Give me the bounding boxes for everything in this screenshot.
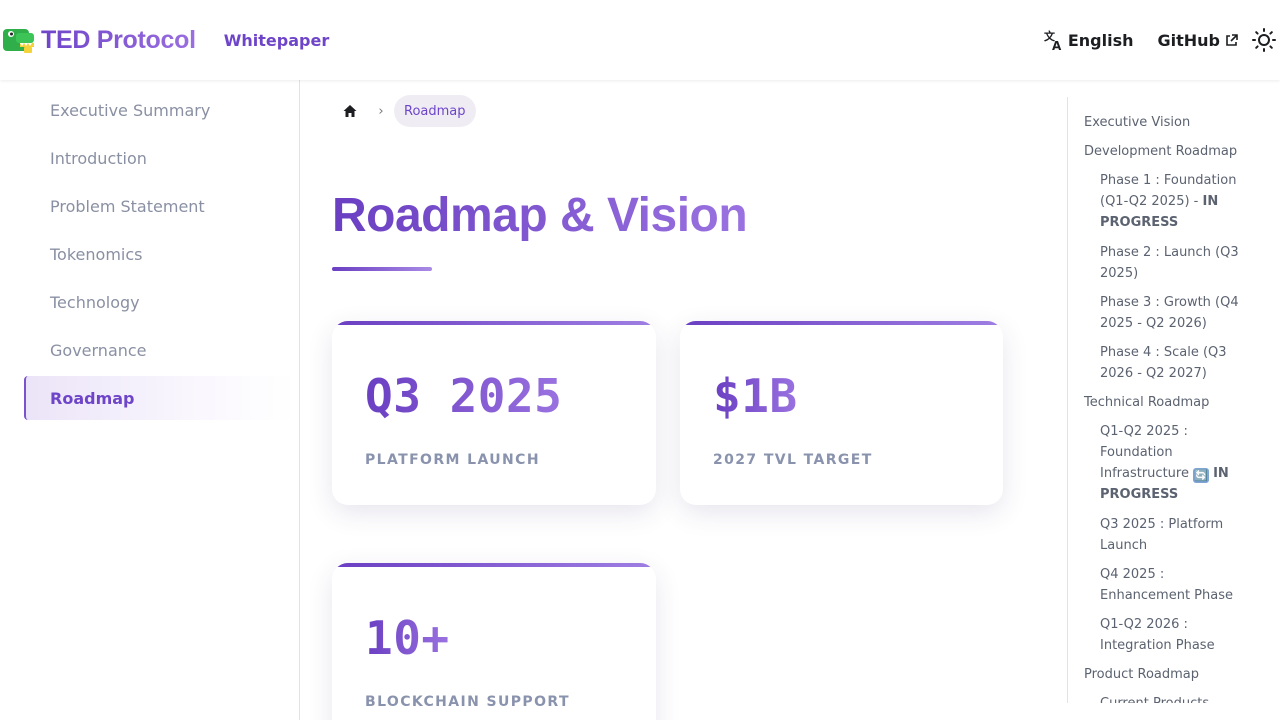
translate-icon: 文 A (1044, 29, 1062, 51)
brand-link[interactable]: TED Protocol (0, 25, 196, 55)
breadcrumb-home[interactable] (332, 95, 368, 127)
toc-link[interactable]: Q3 2025 : Platform Launch (1100, 514, 1240, 556)
toc-link[interactable]: Product Roadmap (1084, 664, 1264, 685)
toc-link[interactable]: Technical Roadmap (1084, 392, 1264, 413)
language-dropdown[interactable]: 文 A English (1044, 29, 1134, 51)
stat-label: BLOCKCHAIN SUPPORT (365, 694, 570, 710)
external-link-icon (1226, 33, 1238, 46)
sun-icon[interactable] (1252, 28, 1276, 52)
toc-link[interactable]: Q1-Q2 2025 : Foundation Infrastructure 🔄… (1100, 421, 1240, 505)
toc-link[interactable]: Development Roadmap (1084, 141, 1264, 162)
toc-link[interactable]: Phase 4 : Scale (Q3 2026 - Q2 2027) (1100, 342, 1240, 384)
sidebar-item-introduction[interactable]: Introduction (24, 136, 294, 180)
toc-link[interactable]: Phase 3 : Growth (Q4 2025 - Q2 2026) (1100, 292, 1240, 334)
crocodile-logo-icon (3, 29, 34, 53)
title-underline (332, 267, 432, 271)
sidebar-item-executive-summary[interactable]: Executive Summary (24, 88, 294, 132)
sidebar-item-roadmap[interactable]: Roadmap (24, 376, 294, 420)
toc-link[interactable]: Phase 1 : Foundation (Q1-Q2 2025) - IN P… (1100, 170, 1240, 233)
github-link[interactable]: GitHub (1158, 31, 1239, 50)
toc-link[interactable]: Q4 2025 : Enhancement Phase (1100, 564, 1240, 606)
stat-card-blockchain-support: 10+ BLOCKCHAIN SUPPORT (332, 563, 656, 720)
stat-value: Q3 2025 (365, 369, 563, 423)
nav-link-whitepaper[interactable]: Whitepaper (224, 31, 329, 50)
refresh-icon: 🔄 (1193, 468, 1210, 483)
language-label: English (1067, 30, 1134, 50)
home-icon (343, 105, 357, 117)
stat-label: 2027 TVL TARGET (713, 452, 873, 468)
stat-label: PLATFORM LAUNCH (365, 452, 540, 468)
toc-link[interactable]: Q1-Q2 2026 : Integration Phase (1100, 614, 1240, 656)
page-title: Roadmap & Vision (332, 189, 748, 242)
stat-card-platform-launch: Q3 2025 PLATFORM LAUNCH (332, 321, 656, 505)
sidebar-item-problem-statement[interactable]: Problem Statement (24, 184, 294, 228)
sidebar: Executive Summary Introduction Problem S… (0, 80, 300, 720)
breadcrumb-separator: › (378, 103, 384, 119)
sidebar-item-governance[interactable]: Governance (24, 328, 294, 372)
table-of-contents: Executive Vision Development Roadmap Pha… (1067, 97, 1267, 703)
sidebar-item-tokenomics[interactable]: Tokenomics (24, 232, 294, 276)
stat-card-tvl-target: $1B 2027 TVL TARGET (680, 321, 1003, 505)
svg-text:A: A (1052, 39, 1062, 51)
toc-link[interactable]: Executive Vision (1084, 112, 1264, 133)
breadcrumb: › Roadmap (332, 95, 476, 127)
toc-link[interactable]: Phase 2 : Launch (Q3 2025) (1100, 242, 1240, 284)
brand-title: TED Protocol (41, 25, 196, 54)
navbar: TED Protocol Whitepaper 文 A English GitH… (0, 0, 1280, 80)
toc-link[interactable]: Current Products (1100, 693, 1240, 703)
sidebar-item-technology[interactable]: Technology (24, 280, 294, 324)
stat-value: 10+ (365, 611, 450, 665)
github-label: GitHub (1157, 30, 1221, 50)
stat-value: $1B (713, 369, 798, 423)
breadcrumb-current: Roadmap (394, 95, 476, 127)
